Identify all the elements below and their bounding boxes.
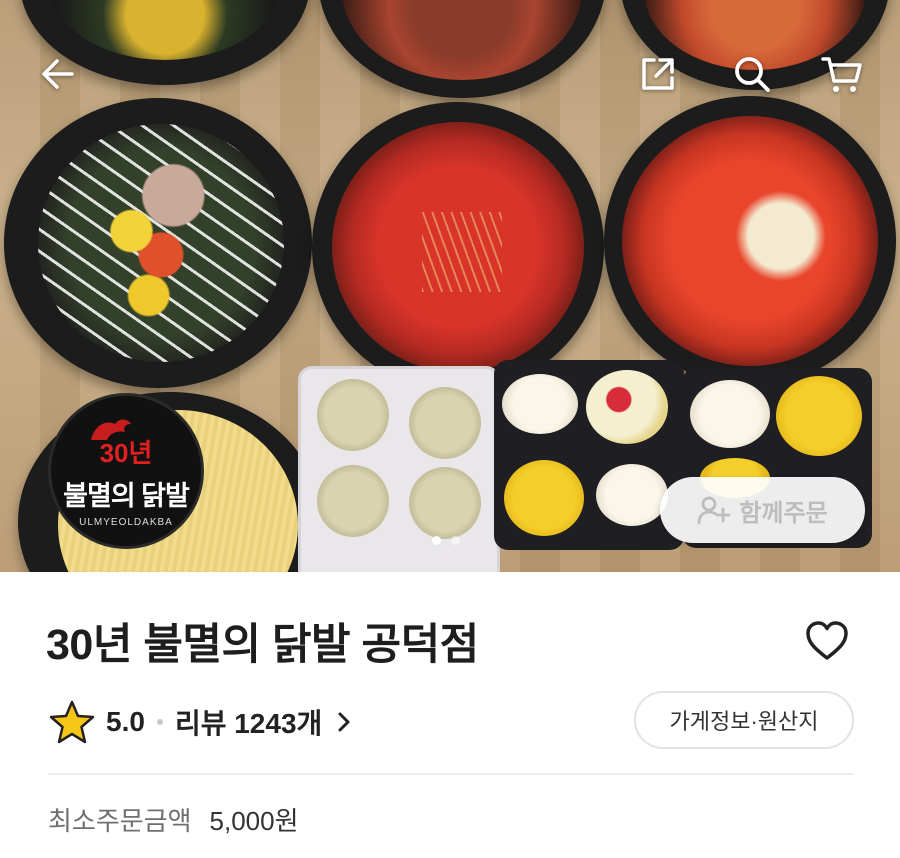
carousel-indicator bbox=[432, 536, 460, 545]
store-logo: 30년 불멸의 닭발 ULMYEOLDAKBA bbox=[48, 393, 204, 549]
together-order-label: 함께주문 bbox=[739, 499, 828, 527]
arrow-left-icon bbox=[42, 59, 74, 89]
share-button[interactable] bbox=[634, 50, 682, 98]
review-count-link[interactable]: 리뷰 1243개 bbox=[175, 702, 322, 742]
carousel-dot[interactable] bbox=[451, 536, 460, 545]
dumpling-tray bbox=[298, 366, 500, 572]
rooster-icon bbox=[91, 419, 131, 440]
rice-bowl bbox=[4, 98, 312, 388]
side-dish-tray-left bbox=[494, 360, 684, 550]
carousel-dot-active[interactable] bbox=[432, 536, 441, 545]
store-name: 30년 불멸의 닭발 공덕점 bbox=[46, 621, 479, 669]
spicy-chicken-feet-bowl bbox=[312, 102, 604, 392]
share-icon bbox=[642, 58, 674, 90]
rating-value: 5.0 bbox=[106, 706, 145, 737]
together-order-button[interactable]: 함께주문 bbox=[660, 477, 865, 543]
cart-button[interactable] bbox=[818, 50, 866, 98]
rating-review-row[interactable]: 5.0 리뷰 1243개 bbox=[48, 698, 352, 746]
search-button[interactable] bbox=[728, 50, 776, 98]
min-order-row: 최소주문금액 5,000원 bbox=[48, 801, 299, 838]
section-divider bbox=[48, 773, 854, 775]
min-order-label: 최소주문금액 bbox=[48, 806, 192, 836]
cheese-chicken-feet-bowl bbox=[604, 96, 896, 386]
chevron-right-icon bbox=[338, 712, 350, 732]
search-icon bbox=[735, 57, 770, 92]
hero-image[interactable]: 30년 불멸의 닭발 ULMYEOLDAKBA 함께주문 bbox=[0, 0, 900, 572]
favorite-button[interactable] bbox=[802, 616, 852, 666]
star-icon bbox=[49, 700, 95, 744]
min-order-value: 5,000원 bbox=[209, 806, 299, 836]
separator-dot bbox=[156, 719, 163, 725]
logo-name: 불멸의 닭발 bbox=[63, 480, 190, 511]
cart-icon bbox=[821, 57, 862, 92]
heart-outline-icon bbox=[806, 621, 848, 660]
logo-subtitle: ULMYEOLDAKBA bbox=[79, 516, 173, 528]
store-info-origin-button[interactable]: 가게정보·원산지 bbox=[634, 691, 854, 749]
back-button[interactable] bbox=[34, 50, 82, 98]
store-info-origin-label: 가게정보·원산지 bbox=[669, 709, 819, 734]
person-add-icon bbox=[697, 496, 731, 525]
